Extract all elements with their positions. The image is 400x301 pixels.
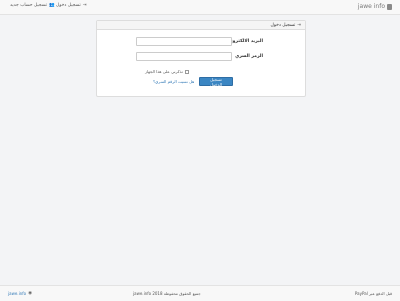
remember-label: تذكرني على هذا الجهاز [145,69,183,74]
top-navbar: jawe info ⇥ تسجيل دخول 👥 تسجيل حساب جديد [0,0,400,15]
footer: jawe.info ◉ جميع الحقوق محفوظة jawe.info… [0,285,400,301]
nav-register-label: تسجيل حساب جديد [10,3,47,8]
login-panel: ⇥ تسجيل دخول البريد الالكتروني الرمز الس… [96,20,306,97]
nav-register-link[interactable]: 👥 تسجيل حساب جديد [10,3,55,8]
sign-in-icon: ⇥ [82,3,87,8]
remember-me[interactable]: تذكرني على هذا الجهاز [145,69,189,74]
email-row: البريد الالكتروني [97,37,305,47]
footer-copyright: جميع الحقوق محفوظة jawe.info 2018 [133,291,201,296]
password-row: الرمز السري [97,52,305,62]
sign-in-icon: ⇥ [297,22,301,28]
brand-logo-icon [387,3,392,10]
nav-login-link[interactable]: ⇥ تسجيل دخول [56,3,87,8]
remember-checkbox[interactable] [184,69,189,74]
email-field[interactable] [136,37,232,46]
footer-left-link[interactable]: jawe.info ◉ [8,291,32,296]
footer-paypal-note: قبل الدفع عبر PayPal [354,291,392,296]
footer-left-text: jawe.info [8,291,27,296]
nav-login-label: تسجيل دخول [56,3,81,8]
globe-icon: ◉ [28,291,33,296]
user-plus-icon: 👥 [48,3,55,8]
brand[interactable]: jawe info [358,3,392,10]
brand-name: jawe info [357,3,385,10]
login-button[interactable]: تسجيل الدخول [199,77,233,87]
forgot-password-link[interactable]: هل نسيت الرقم السري؟ [153,79,194,84]
password-field[interactable] [136,52,232,61]
password-label: الرمز السري [235,54,263,59]
login-panel-heading: ⇥ تسجيل دخول [97,21,305,30]
login-panel-title: تسجيل دخول [270,22,296,28]
